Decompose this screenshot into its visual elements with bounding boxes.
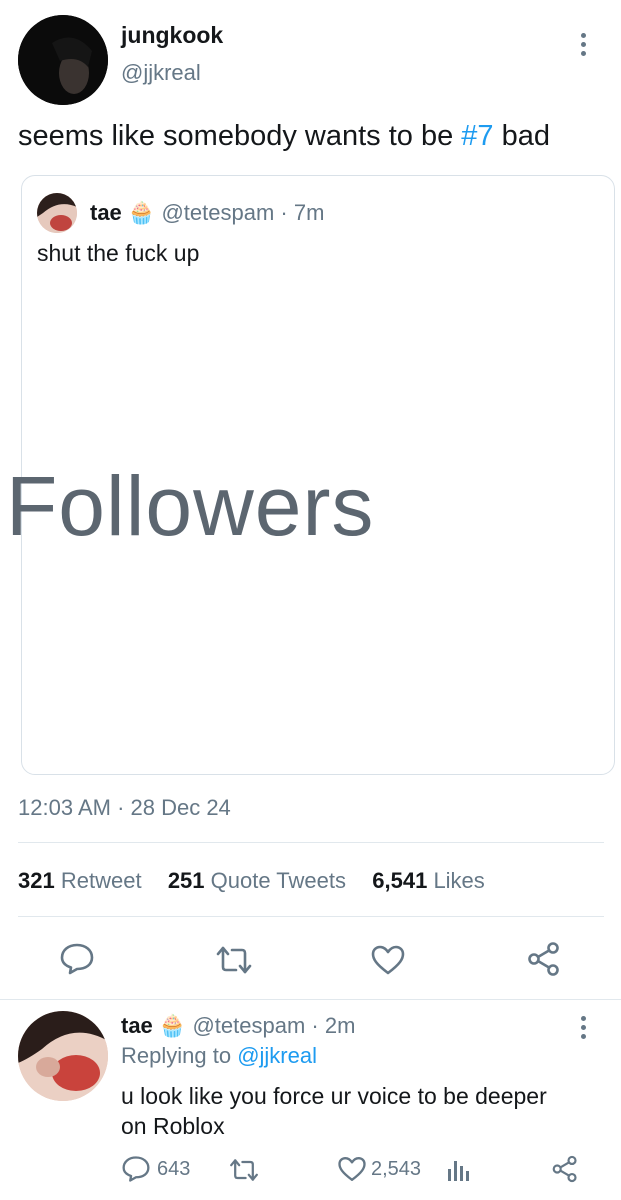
quoted-image-text: Followers [6,459,375,553]
cupcake-emoji: 🧁 [158,1013,187,1038]
replying-to-label: Replying to [121,1043,238,1068]
cupcake-emoji: 🧁 [127,200,156,225]
like-count: 2,543 [371,1157,422,1180]
quoted-header: tae 🧁 @tetespam · 7m [90,200,324,226]
reply-count: 643 [157,1157,191,1180]
avatar-image [18,1011,108,1101]
quoted-avatar [37,193,77,233]
reply-header: tae 🧁 @tetespam · 2m [121,1013,355,1039]
reply-avatar[interactable] [18,1011,108,1101]
reply-icon[interactable] [59,942,95,976]
share-icon[interactable] [526,941,562,977]
quotes-label: Quote Tweets [210,868,346,893]
retweets-label: Retweet [60,868,142,893]
tweet-text-part: seems like somebody wants to be [18,120,462,152]
tweet-text-part: bad [493,120,550,152]
share-icon[interactable] [551,1155,579,1183]
reply-reply-button[interactable]: 643 [121,1155,190,1183]
hashtag-link[interactable]: #7 [461,120,493,152]
quoted-display-name: tae [90,200,122,225]
more-icon[interactable] [581,1016,586,1039]
avatar-image [18,15,108,105]
author-display-name[interactable]: jungkook [121,22,223,49]
likes-count: 6,541 [372,868,428,893]
reply-text-line: u look like you force ur voice to be dee… [121,1083,547,1109]
tweet-timestamp: 12:03 AM · 28 Dec 24 [18,795,231,820]
tweet-stats: 321 Retweet 251 Quote Tweets 6,541 Likes [18,868,485,894]
replying-to-link[interactable]: @jjkreal [237,1043,317,1068]
reply-like-button[interactable]: 2,543 [337,1155,421,1183]
likes-stat[interactable]: 6,541 Likes [372,868,485,893]
reply-text-line: on Roblox [121,1113,225,1139]
analytics-icon[interactable] [446,1157,470,1183]
like-icon [338,1157,366,1182]
retweets-stat[interactable]: 321 Retweet [18,868,142,893]
avatar-image [37,193,77,233]
reply-handle[interactable]: @tetespam [192,1013,305,1038]
reply-display-name[interactable]: tae [121,1013,153,1038]
likes-label: Likes [433,868,485,893]
divider [18,916,604,917]
retweets-count: 321 [18,868,55,893]
divider [18,842,604,843]
reply-text: u look like you force ur voice to be dee… [121,1081,547,1141]
quoted-tweet-card[interactable]: tae 🧁 @tetespam · 7m shut the fuck up Fo… [6,175,615,775]
divider [0,999,621,1000]
author-avatar[interactable] [18,15,108,105]
quoted-time: · 7m [280,200,325,225]
quotes-stat[interactable]: 251 Quote Tweets [168,868,346,893]
quotes-count: 251 [167,868,205,893]
retweet-icon[interactable] [214,944,254,976]
more-icon[interactable] [581,33,586,56]
quoted-handle: @tetespam [161,200,275,225]
tweet-text: seems like somebody wants to be #7 bad [18,120,550,153]
author-handle[interactable]: @jjkreal [121,60,201,86]
like-icon[interactable] [370,944,406,976]
reply-time: · 2m [311,1013,356,1038]
quoted-text: shut the fuck up [37,240,200,266]
reply-icon [122,1156,150,1182]
retweet-icon[interactable] [228,1157,260,1183]
replying-to: Replying to @jjkreal [121,1043,317,1069]
